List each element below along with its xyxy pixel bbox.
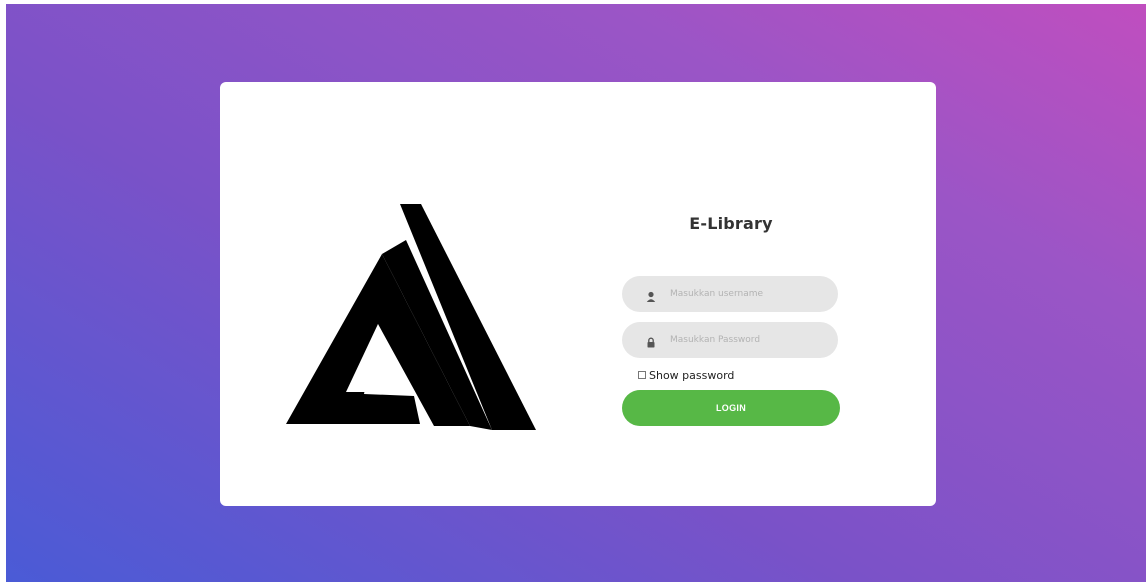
show-password-label[interactable]: Show password xyxy=(649,369,734,382)
app-title: E-Library xyxy=(689,214,773,233)
lock-icon xyxy=(646,334,656,348)
username-field[interactable] xyxy=(622,276,838,312)
password-input[interactable] xyxy=(670,322,830,358)
user-icon xyxy=(646,288,656,302)
login-form: E-Library Show password LOG xyxy=(622,82,840,506)
show-password-row[interactable]: Show password xyxy=(638,368,734,382)
login-card: E-Library Show password LOG xyxy=(220,82,936,506)
login-button[interactable]: LOGIN xyxy=(622,390,840,426)
logo-triangle-icon xyxy=(286,202,536,434)
username-input[interactable] xyxy=(670,276,830,312)
show-password-checkbox[interactable] xyxy=(638,371,646,379)
password-field[interactable] xyxy=(622,322,838,358)
